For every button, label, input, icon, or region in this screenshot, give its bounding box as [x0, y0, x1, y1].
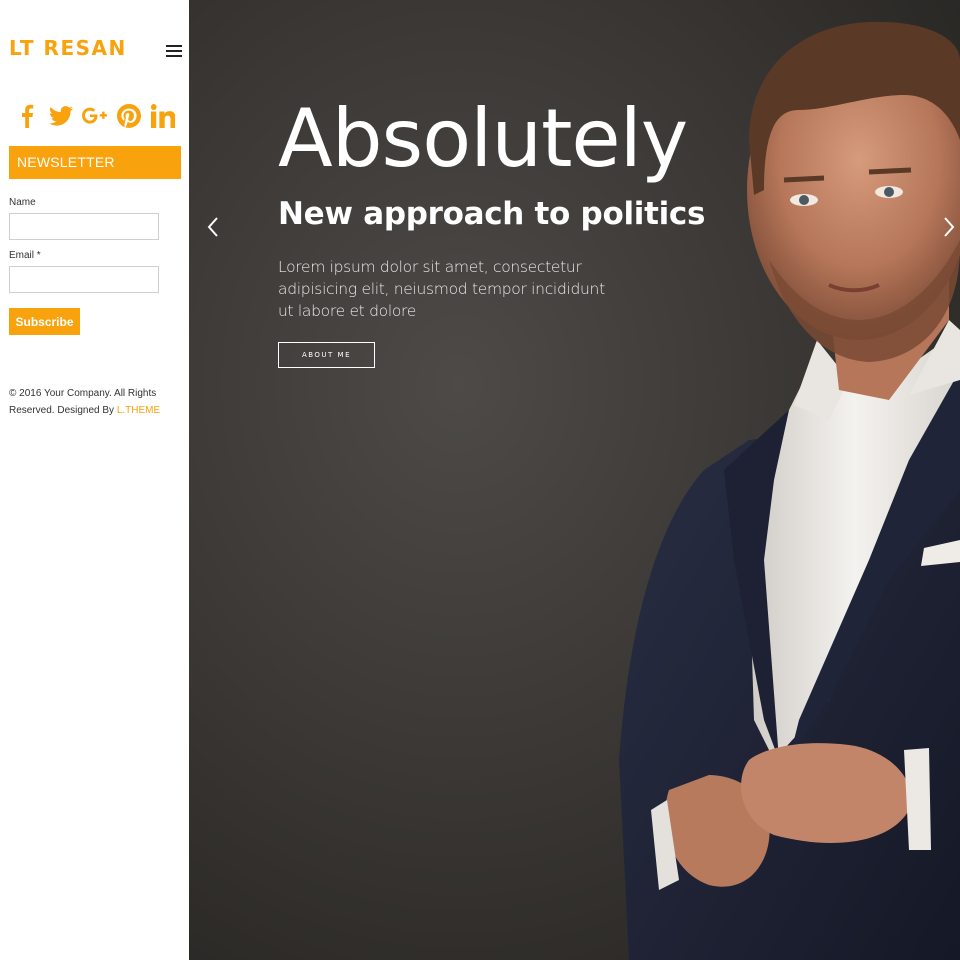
hero-description: Lorem ipsum dolor sit amet, consectetur …: [278, 258, 605, 320]
next-slide-arrow-icon[interactable]: [939, 214, 959, 240]
linkedin-icon[interactable]: [150, 102, 175, 130]
email-label: Email *: [9, 250, 41, 261]
google-plus-icon[interactable]: [82, 102, 107, 130]
copyright-text: © 2016 Your Company. All Rights Reserved…: [9, 385, 184, 419]
twitter-icon[interactable]: [48, 102, 73, 130]
name-field[interactable]: [9, 213, 159, 240]
newsletter-heading: NEWSLETTER: [9, 146, 181, 179]
email-field[interactable]: [9, 266, 159, 293]
about-me-button[interactable]: ABOUT ME: [278, 342, 375, 368]
pinterest-icon[interactable]: [116, 102, 141, 130]
previous-slide-arrow-icon[interactable]: [203, 214, 223, 240]
sidebar: LT RESAN NEWSLETTER Name Email * Subscri…: [0, 0, 189, 960]
facebook-icon[interactable]: [14, 102, 39, 130]
hamburger-menu-icon[interactable]: [166, 45, 182, 57]
designer-link[interactable]: L.THEME: [117, 405, 160, 416]
subscribe-button[interactable]: Subscribe: [9, 308, 80, 335]
social-links: [14, 102, 175, 130]
name-label: Name: [9, 197, 36, 208]
logo[interactable]: LT RESAN: [9, 36, 127, 60]
hero-slider: Absolutely New approach to politics Lore…: [189, 0, 960, 960]
hero-subtitle: New approach to politics: [278, 196, 706, 232]
hero-title: Absolutely: [278, 92, 688, 185]
